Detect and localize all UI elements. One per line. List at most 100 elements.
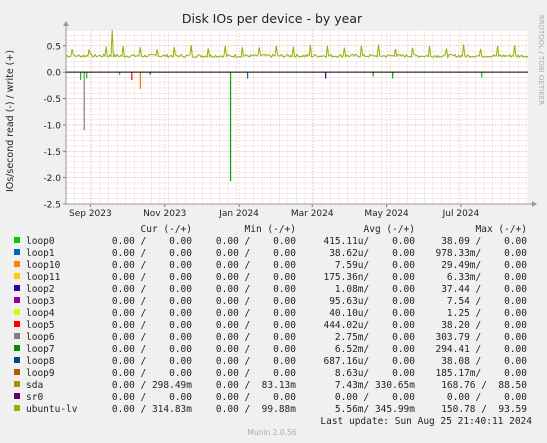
legend-series-name: ubuntu-lv bbox=[26, 404, 78, 415]
rrdtool-credit: RRDTOOL / TOBI OETIKER bbox=[537, 15, 545, 105]
legend-value-max: 37.44 / 0.00 bbox=[441, 284, 527, 295]
legend-value-avg: 38.62u/ 0.00 bbox=[329, 248, 415, 259]
legend-value-cur: 0.00 / 0.00 bbox=[112, 368, 192, 379]
legend-value-max: 6.33m/ 0.00 bbox=[447, 272, 527, 283]
legend-value-max: 38.20 / 0.00 bbox=[441, 320, 527, 331]
legend-value-cur: 0.00 / 0.00 bbox=[112, 392, 192, 403]
legend-series-name: loop10 bbox=[26, 260, 61, 271]
legend-value-max: 38.09 / 0.00 bbox=[441, 236, 527, 247]
legend-swatch bbox=[14, 405, 20, 411]
legend-swatch bbox=[14, 369, 20, 375]
legend-value-min: 0.00 / 0.00 bbox=[216, 284, 296, 295]
legend-swatch bbox=[14, 333, 20, 339]
legend-header: Max (-/+) bbox=[476, 224, 527, 235]
legend-swatch bbox=[14, 297, 20, 303]
legend-value-min: 0.00 / 0.00 bbox=[216, 368, 296, 379]
legend-swatch bbox=[14, 393, 20, 399]
legend-value-min: 0.00 / 0.00 bbox=[216, 272, 296, 283]
legend-value-cur: 0.00 / 314.83m bbox=[112, 404, 192, 415]
y-tick-label: -1.0 bbox=[43, 121, 61, 131]
legend-value-cur: 0.00 / 0.00 bbox=[112, 320, 192, 331]
legend-value-min: 0.00 / 0.00 bbox=[216, 296, 296, 307]
legend-value-max: 185.17m/ 0.00 bbox=[435, 368, 527, 379]
last-update: Last update: Sun Aug 25 21:40:11 2024 bbox=[320, 416, 532, 427]
legend-swatch bbox=[14, 345, 20, 351]
y-axis-label: IOs/second read (-) / write (+) bbox=[5, 50, 16, 192]
legend-value-min: 0.00 / 0.00 bbox=[216, 344, 296, 355]
legend-series-name: sr0 bbox=[26, 392, 43, 403]
x-tick-label: Mar 2024 bbox=[291, 209, 334, 219]
legend-value-max: 0.00 / 0.00 bbox=[447, 392, 527, 403]
legend-value-cur: 0.00 / 0.00 bbox=[112, 344, 192, 355]
legend-value-avg: 444.02u/ 0.00 bbox=[323, 320, 415, 331]
legend-value-min: 0.00 / 0.00 bbox=[216, 356, 296, 367]
legend-value-max: 1.25 / 0.00 bbox=[447, 308, 527, 319]
legend-series-name: loop1 bbox=[26, 248, 55, 259]
y-tick-label: 0.5 bbox=[47, 42, 61, 52]
y-tick-label: -2.5 bbox=[43, 201, 61, 211]
legend-value-cur: 0.00 / 0.00 bbox=[112, 236, 192, 247]
legend-value-cur: 0.00 / 0.00 bbox=[112, 308, 192, 319]
legend-value-avg: 40.10u/ 0.00 bbox=[329, 308, 415, 319]
legend-swatch bbox=[14, 285, 20, 291]
legend-series-name: loop5 bbox=[26, 320, 55, 331]
legend-value-avg: 1.08m/ 0.00 bbox=[335, 284, 415, 295]
legend-swatch bbox=[14, 309, 20, 315]
legend-value-avg: 6.52m/ 0.00 bbox=[335, 344, 415, 355]
legend-swatch bbox=[14, 321, 20, 327]
legend-value-avg: 175.36n/ 0.00 bbox=[323, 272, 415, 283]
legend-swatch bbox=[14, 357, 20, 363]
legend-value-avg: 5.56m/ 345.99m bbox=[335, 404, 415, 415]
x-tick-label: Nov 2023 bbox=[143, 209, 186, 219]
legend-series-name: loop2 bbox=[26, 284, 55, 295]
legend-header: Avg (-/+) bbox=[364, 224, 415, 235]
legend-value-cur: 0.00 / 298.49m bbox=[112, 380, 192, 391]
legend-series-name: loop6 bbox=[26, 332, 55, 343]
legend-value-max: 29.49m/ 0.00 bbox=[441, 260, 527, 271]
legend-value-max: 7.54 / 0.00 bbox=[447, 296, 527, 307]
legend-value-min: 0.00 / 0.00 bbox=[216, 392, 296, 403]
legend-value-cur: 0.00 / 0.00 bbox=[112, 248, 192, 259]
legend-swatch bbox=[14, 381, 20, 387]
disk-io-chart: Disk IOs per device - by year IOs/second… bbox=[0, 0, 547, 443]
legend-value-min: 0.00 / 0.00 bbox=[216, 308, 296, 319]
legend-swatch bbox=[14, 237, 20, 243]
legend-series-name: loop7 bbox=[26, 344, 55, 355]
y-tick-label: 0.0 bbox=[47, 69, 62, 79]
legend-value-max: 303.79 / 0.00 bbox=[435, 332, 527, 343]
legend-value-min: 0.00 / 83.13m bbox=[216, 380, 296, 391]
chart-title: Disk IOs per device - by year bbox=[182, 11, 363, 26]
legend-series-name: loop3 bbox=[26, 296, 55, 307]
legend-swatch bbox=[14, 261, 20, 267]
x-tick-label: Jan 2024 bbox=[218, 209, 259, 219]
legend-value-max: 978.33m/ 0.00 bbox=[435, 248, 527, 259]
legend-series-name: loop11 bbox=[26, 272, 61, 283]
legend-value-min: 0.00 / 0.00 bbox=[216, 332, 296, 343]
legend-value-avg: 415.11u/ 0.00 bbox=[323, 236, 415, 247]
legend-value-avg: 0.00 / 0.00 bbox=[335, 392, 415, 403]
legend-value-min: 0.00 / 99.88m bbox=[216, 404, 296, 415]
legend-series-name: loop0 bbox=[26, 236, 55, 247]
legend-value-avg: 7.43m/ 330.65m bbox=[335, 380, 415, 391]
x-tick-label: Sep 2023 bbox=[69, 209, 112, 219]
legend-value-min: 0.00 / 0.00 bbox=[216, 236, 296, 247]
legend-value-cur: 0.00 / 0.00 bbox=[112, 332, 192, 343]
legend-value-max: 150.78 / 93.59 bbox=[441, 404, 527, 415]
legend-value-max: 38.08 / 0.00 bbox=[441, 356, 527, 367]
y-tick-label: -2.0 bbox=[43, 174, 61, 184]
legend-value-cur: 0.00 / 0.00 bbox=[112, 296, 192, 307]
legend-value-cur: 0.00 / 0.00 bbox=[112, 260, 192, 271]
y-tick-label: -0.5 bbox=[43, 95, 61, 105]
legend-value-avg: 8.63u/ 0.00 bbox=[335, 368, 415, 379]
munin-version: Munin 2.0.56 bbox=[247, 428, 296, 437]
legend-value-max: 168.76 / 88.50 bbox=[441, 380, 527, 391]
legend-value-avg: 687.16u/ 0.00 bbox=[323, 356, 415, 367]
legend-value-avg: 7.59u/ 0.00 bbox=[335, 260, 415, 271]
legend-header: Cur (-/+) bbox=[141, 224, 192, 235]
legend-value-min: 0.00 / 0.00 bbox=[216, 248, 296, 259]
legend-series-name: sda bbox=[26, 380, 43, 391]
legend-header: Min (-/+) bbox=[245, 224, 296, 235]
legend-value-min: 0.00 / 0.00 bbox=[216, 320, 296, 331]
legend-value-max: 294.41 / 0.00 bbox=[435, 344, 527, 355]
legend-series-name: loop9 bbox=[26, 368, 55, 379]
